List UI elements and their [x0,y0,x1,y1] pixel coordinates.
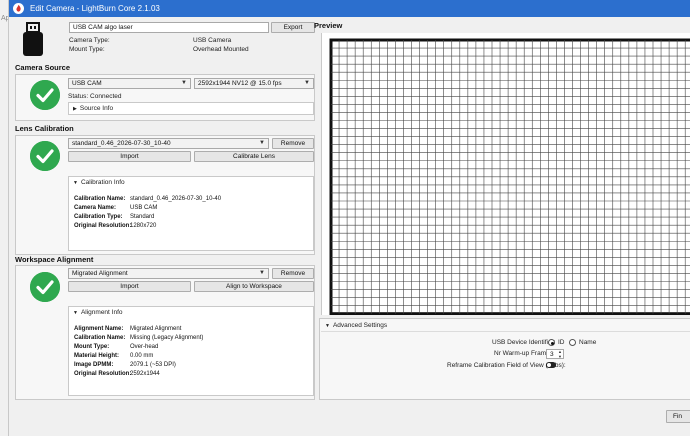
calibration-info-header[interactable]: ▼ Calibration Info [73,179,125,186]
usb-drive-icon [21,22,45,58]
alignment-check-icon [30,272,60,302]
source-info-label: Source Info [79,105,114,112]
id-radio[interactable] [548,339,555,346]
name-radio-label: Name [579,339,597,346]
camera-status-text: Status: Connected [68,93,122,100]
alignment-info-expander: ▼ Alignment Info Alignment Name: Migrated … [68,306,314,396]
chevron-down-icon: ▼ [325,323,330,329]
alignment-select[interactable]: Migrated Alignment ▼ [68,268,269,279]
id-radio-label: ID [558,339,565,346]
camera-name-input[interactable]: USB CAM algo laser [69,22,269,33]
connected-check-icon [30,80,60,110]
alignment-info-row: Material Height: 0.00 mm [74,353,154,359]
title-bar: Edit Camera - LightBurn Core 2.1.03 [9,0,690,17]
resolution-select-value: 2592x1944 NV12 @ 15.0 fps [198,80,282,87]
usb-id-label: USB Device Identifier: [492,339,556,346]
preview-title: Preview [314,21,343,30]
export-button[interactable]: Export [271,22,315,33]
calibration-info-label: Calibration Info [80,179,125,186]
calibration-grid-image [329,38,690,315]
source-info-expander[interactable]: ▶ Source Info [68,102,314,115]
alignment-info-row: Mount Type: Over-head [74,344,159,350]
lightburn-logo-icon [13,3,24,14]
finish-button[interactable]: Fin [666,410,690,423]
camera-source-box: USB CAM ▼ 2592x1944 NV12 @ 15.0 fps ▼ St… [15,74,315,121]
alignment-select-value: Migrated Alignment [72,270,128,277]
camera-select[interactable]: USB CAM ▼ [68,78,191,89]
camera-source-title: Camera Source [15,63,71,72]
edit-camera-dialog: Edit Camera - LightBurn Core 2.1.03 USB … [8,0,690,436]
calibration-info-expander: ▼ Calibration Info Calibration Name: stand… [68,176,314,251]
dialog-footer: Fin [9,402,690,436]
lens-calibration-title: Lens Calibration [15,124,74,133]
import-calibration-button[interactable]: Import [68,151,191,162]
calibration-info-row: Camera Name: USB CAM [74,205,158,211]
import-alignment-button[interactable]: Import [68,281,191,292]
name-radio[interactable] [569,339,576,346]
alignment-info-row: Alignment Name: Migrated Alignment [74,326,182,332]
alignment-info-row: Image DPMM: 2079.1 (~53 DPI) [74,362,176,368]
lens-calibration-box: standard_0.46_2026-07-30_10-40 ▼ Remove … [15,135,315,255]
calibrate-lens-button[interactable]: Calibrate Lens [194,151,314,162]
calibration-info-row: Original Resolution: 1280x720 [74,223,157,229]
camera-type-label: Camera Type: [69,37,110,44]
camera-settings-panel: USB CAM algo laser Export Camera Type: U… [13,18,315,402]
chevron-down-icon: ▼ [73,310,78,316]
chevron-down-icon: ▼ [181,80,187,86]
advanced-settings-panel: ▼ Advanced Settings USB Device Identifier… [319,318,690,400]
chevron-down-icon: ▼ [259,270,265,276]
calibration-info-row: Calibration Type: Standard [74,214,155,220]
camera-select-value: USB CAM [72,80,102,87]
alignment-info-header[interactable]: ▼ Alignment Info [73,309,123,316]
calibration-select[interactable]: standard_0.46_2026-07-30_10-40 ▼ [68,138,269,149]
window-title: Edit Camera - LightBurn Core 2.1.03 [30,4,160,13]
alignment-info-label: Alignment Info [80,309,123,316]
workspace-alignment-box: Migrated Alignment ▼ Remove Import Align… [15,265,315,400]
advanced-settings-label: Advanced Settings [332,322,388,329]
source-info-header[interactable]: ▶ Source Info [73,105,113,112]
workspace-alignment-title: Workspace Alignment [15,255,94,264]
warmup-value: 3 [550,350,554,358]
chevron-right-icon: ▶ [73,106,77,112]
mount-type-label: Mount Type: [69,46,105,53]
calibration-check-icon [30,141,60,171]
mount-type-value: Overhead Mounted [193,46,249,53]
chevron-down-icon: ▼ [304,80,310,86]
chevron-down-icon: ▼ [259,140,265,146]
camera-preview [321,33,690,315]
divider [321,331,690,332]
align-to-workspace-button[interactable]: Align to Workspace [194,281,314,292]
spin-arrows-icon[interactable]: ▲ ▼ [558,349,562,359]
chevron-down-icon: ▼ [73,180,78,186]
alignment-info-row: Calibration Name: Missing (Legacy Alignme… [74,335,204,341]
background-window: Ap [0,0,10,436]
camera-type-value: USB Camera [193,37,232,44]
calibration-select-value: standard_0.46_2026-07-30_10-40 [72,140,171,147]
remove-calibration-button[interactable]: Remove [272,138,314,149]
remove-alignment-button[interactable]: Remove [272,268,314,279]
calibration-info-row: Calibration Name: standard_0.46_2026-07-3… [74,196,222,202]
advanced-settings-header[interactable]: ▼ Advanced Settings [325,322,387,329]
alignment-info-row: Original Resolution: 2592x1944 [74,371,160,377]
resolution-select[interactable]: 2592x1944 NV12 @ 15.0 fps ▼ [194,78,314,89]
reframe-toggle[interactable] [546,362,556,368]
